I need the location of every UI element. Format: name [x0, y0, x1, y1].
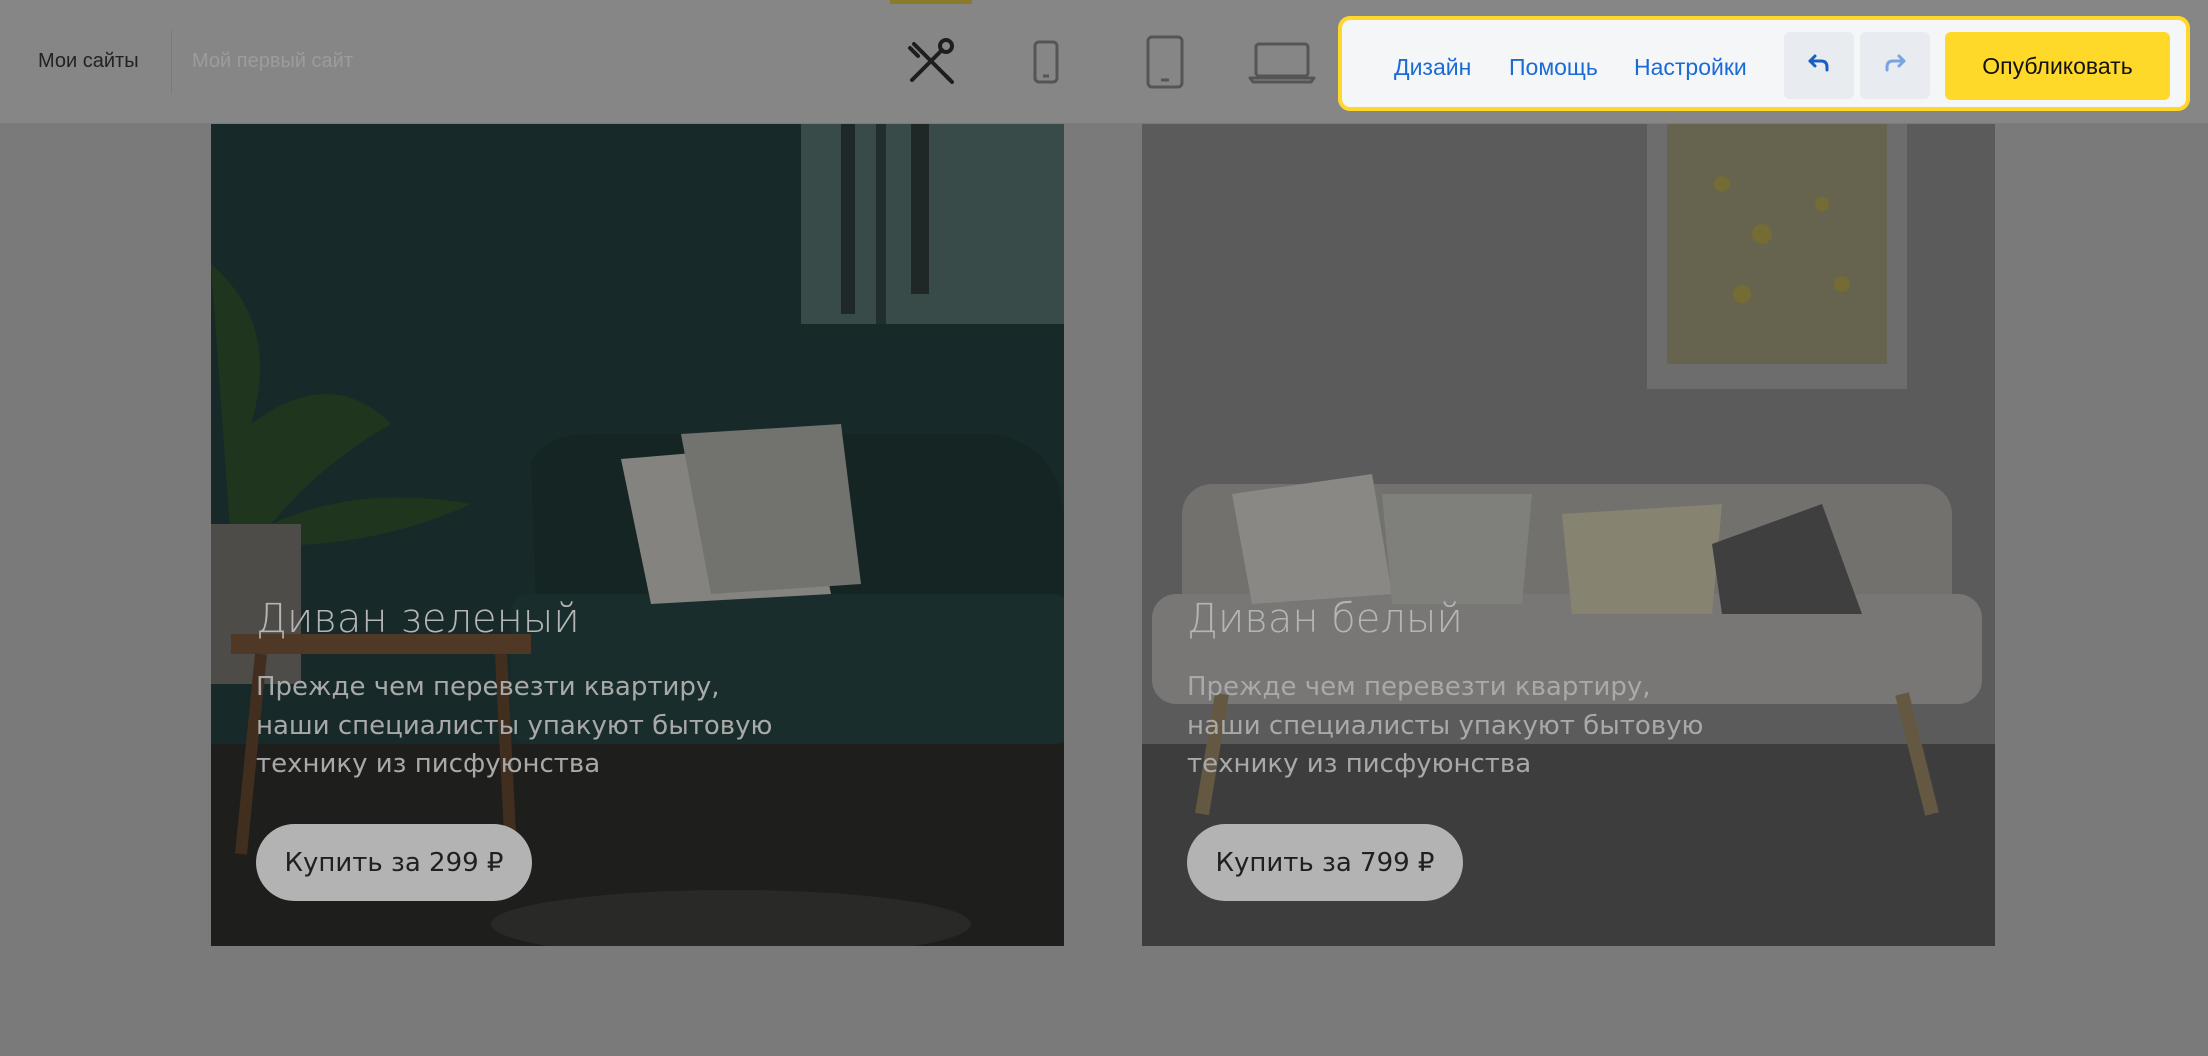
product-card-green-sofa: Диван зеленый Прежде чем перевезти кварт…	[211, 124, 1064, 946]
tablet-icon[interactable]	[1140, 30, 1190, 94]
buy-button-white-sofa[interactable]: Купить за 799 ₽	[1187, 824, 1463, 901]
editor-toolbar: Дизайн Помощь Настройки Опубликовать	[1338, 16, 2190, 111]
publish-button[interactable]: Опубликовать	[1945, 32, 2170, 100]
laptop-icon[interactable]	[1246, 30, 1318, 94]
tools-icon[interactable]	[890, 30, 972, 94]
breadcrumb-my-sites[interactable]: Мои сайты	[38, 50, 139, 73]
green-sofa-image	[211, 124, 1064, 946]
phone-icon[interactable]	[1026, 30, 1066, 94]
buy-button-green-sofa[interactable]: Купить за 299 ₽	[256, 824, 532, 901]
redo-button[interactable]	[1860, 32, 1930, 99]
breadcrumb-divider	[171, 30, 172, 94]
white-sofa-image	[1142, 124, 1995, 946]
card-title: Диван зеленый	[256, 596, 580, 642]
card-description: Прежде чем перевезти квартиру, наши спец…	[256, 672, 773, 779]
card-description: Прежде чем перевезти квартиру, наши спец…	[1187, 672, 1704, 779]
undo-button[interactable]	[1784, 32, 1854, 99]
help-link[interactable]: Помощь	[1509, 54, 1598, 81]
undo-icon	[1807, 52, 1831, 79]
redo-icon	[1883, 52, 1907, 79]
settings-link[interactable]: Настройки	[1634, 54, 1747, 81]
product-card-white-sofa: Диван белый Прежде чем перевезти квартир…	[1142, 124, 1995, 946]
active-device-indicator	[890, 0, 972, 4]
design-link[interactable]: Дизайн	[1394, 54, 1471, 81]
card-title: Диван белый	[1187, 596, 1463, 642]
breadcrumb-site-name[interactable]: Мой первый сайт	[192, 50, 353, 73]
